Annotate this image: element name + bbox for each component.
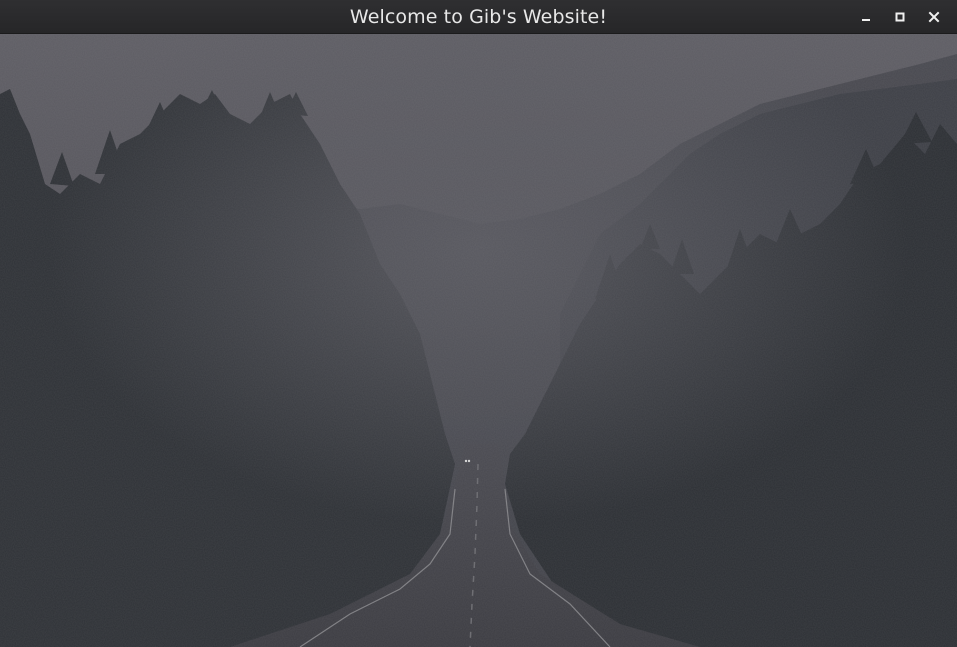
background-image-viewport bbox=[0, 34, 957, 647]
close-icon bbox=[928, 11, 940, 23]
title-bar[interactable]: Welcome to Gib's Website! bbox=[0, 0, 957, 34]
maximize-button[interactable] bbox=[883, 0, 917, 34]
window-controls bbox=[849, 0, 951, 34]
misty-forest-road-image bbox=[0, 34, 957, 647]
window-title: Welcome to Gib's Website! bbox=[349, 6, 608, 28]
minimize-button[interactable] bbox=[849, 0, 883, 34]
app-window: Welcome to Gib's Website! bbox=[0, 0, 957, 647]
maximize-icon bbox=[895, 12, 905, 22]
minimize-icon bbox=[862, 19, 870, 21]
close-button[interactable] bbox=[917, 0, 951, 34]
